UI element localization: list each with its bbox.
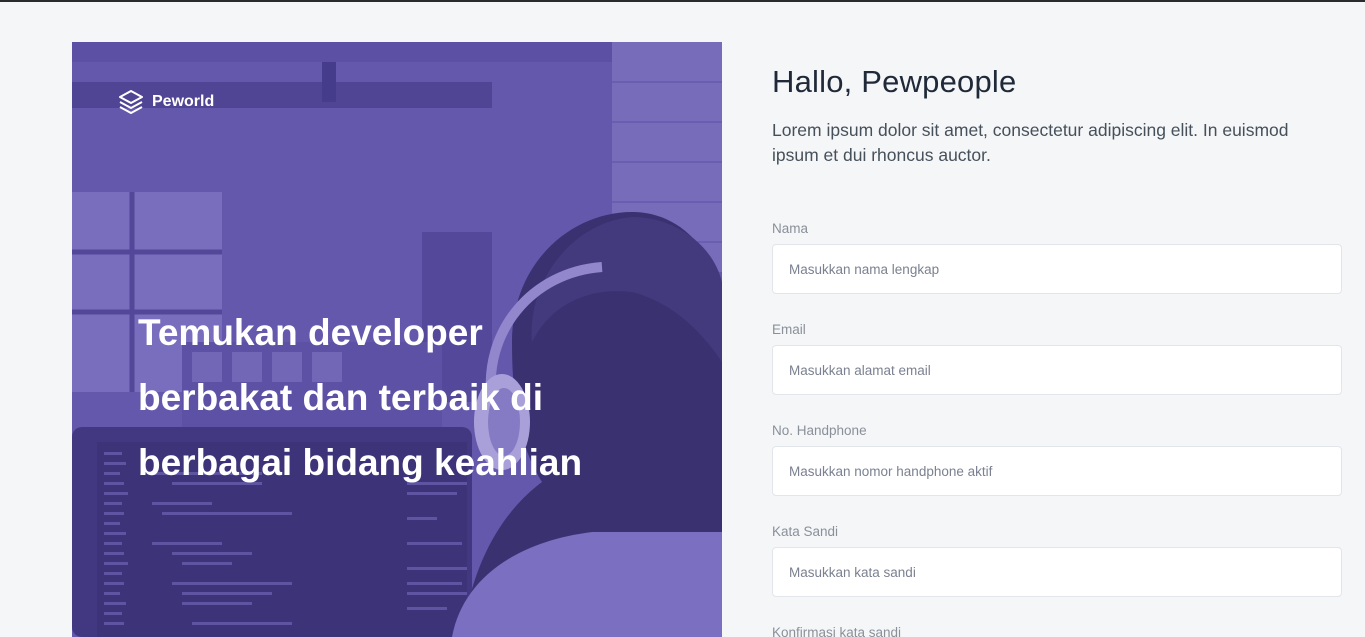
password-input[interactable]: Masukkan kata sandi — [772, 547, 1342, 597]
password-field-group: Kata Sandi Masukkan kata sandi — [772, 524, 1342, 597]
name-input[interactable]: Masukkan nama lengkap — [772, 244, 1342, 294]
hero-headline: Temukan developer berbakat dan terbaik d… — [138, 312, 583, 483]
email-label: Email — [772, 322, 806, 337]
brand-logo[interactable]: Peworld — [118, 89, 214, 115]
password-label: Kata Sandi — [772, 524, 839, 539]
hero-panel: Peworld Temukan developer berbakat dan t… — [72, 42, 722, 637]
page-description: Lorem ipsum dolor sit amet, consectetur … — [772, 120, 1289, 165]
name-field-group: Nama Masukkan nama lengkap — [772, 221, 1342, 294]
register-form: Hallo, Pewpeople Lorem ipsum dolor sit a… — [772, 64, 1342, 637]
email-input[interactable]: Masukkan alamat email — [772, 345, 1342, 395]
phone-field-group: No. Handphone Masukkan nomor handphone a… — [772, 423, 1342, 496]
name-label: Nama — [772, 221, 809, 236]
layers-icon — [118, 89, 144, 115]
phone-input[interactable]: Masukkan nomor handphone aktif — [772, 446, 1342, 496]
brand-name: Peworld — [152, 93, 215, 110]
confirm-password-field-group: Konfirmasi kata sandi — [772, 625, 1342, 637]
phone-label: No. Handphone — [772, 423, 867, 438]
top-border — [0, 0, 1365, 2]
email-field-group: Email Masukkan alamat email — [772, 322, 1342, 395]
confirm-password-label: Konfirmasi kata sandi — [772, 625, 902, 637]
page-title: Hallo, Pewpeople — [772, 64, 1017, 99]
